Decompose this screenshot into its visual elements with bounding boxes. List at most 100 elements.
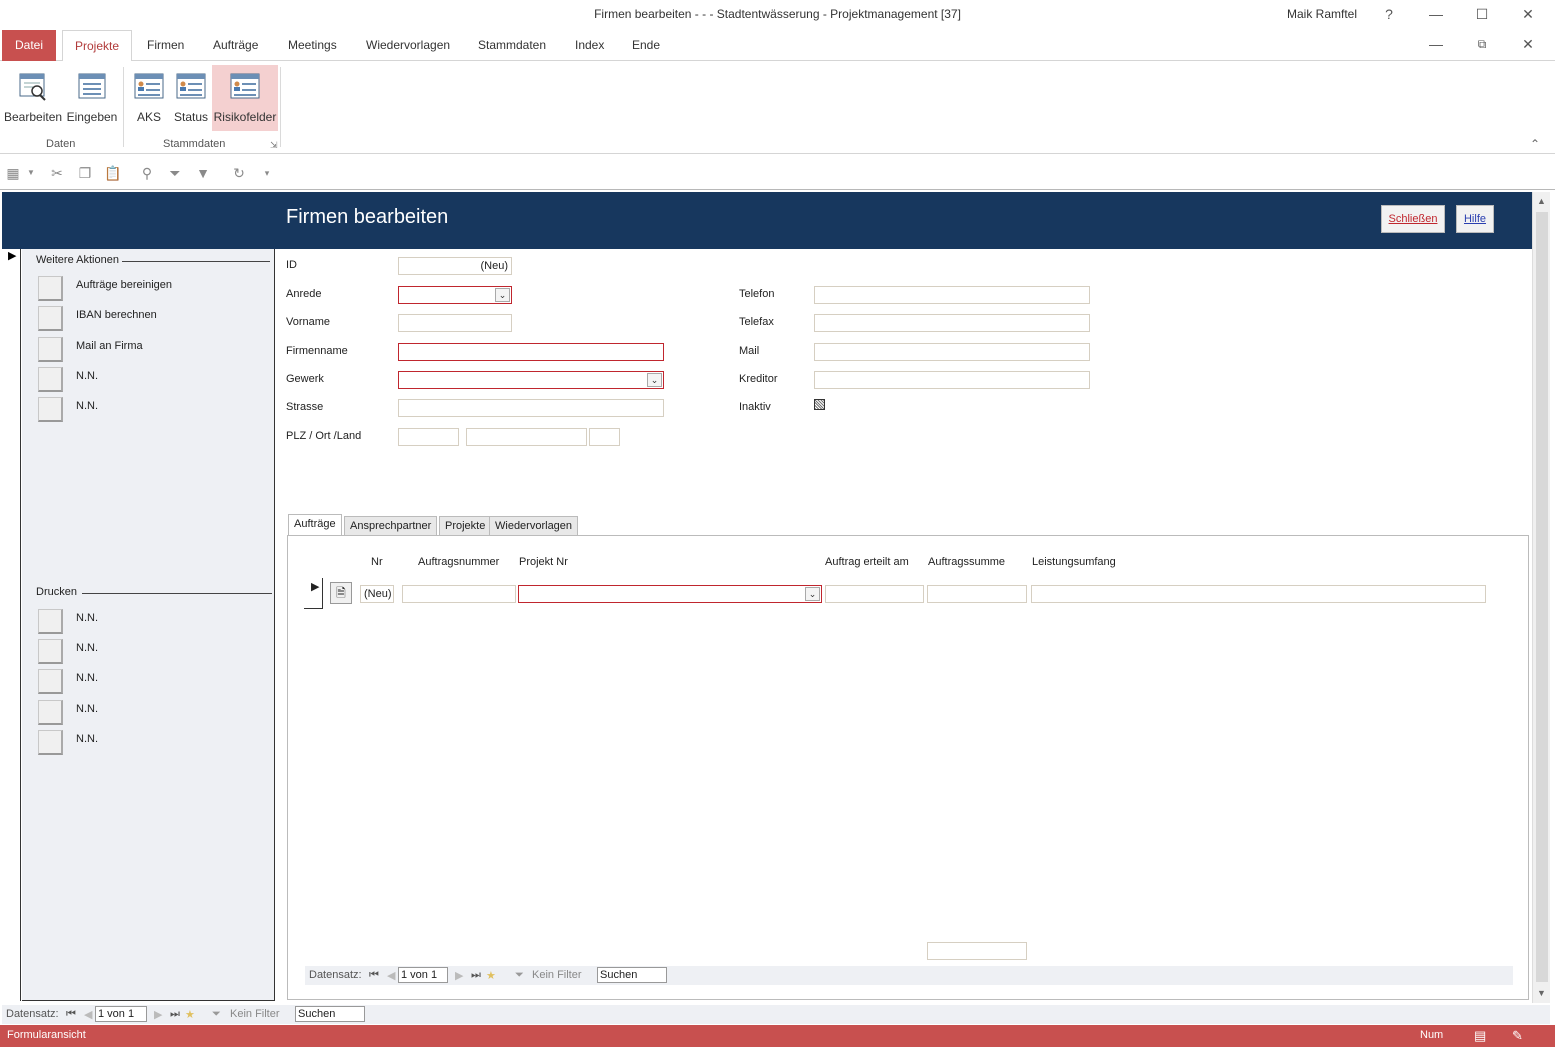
form-view-icon[interactable]: ▤ xyxy=(1474,1028,1486,1044)
doc-minimize-button[interactable]: — xyxy=(1416,32,1456,56)
close-form-button[interactable]: Schließen xyxy=(1381,205,1445,233)
scroll-thumb[interactable] xyxy=(1536,212,1548,982)
tab-firmen[interactable]: Firmen xyxy=(135,30,196,61)
row-erteilt-field[interactable] xyxy=(825,585,924,603)
paste-icon[interactable]: 📋 xyxy=(104,164,122,182)
chevron-down-icon[interactable]: ⌄ xyxy=(495,288,510,302)
dropdown-arrow-icon[interactable]: ▼ xyxy=(22,164,40,182)
refresh-icon[interactable]: ↻ xyxy=(230,164,248,182)
bearbeiten-button[interactable]: Bearbeiten xyxy=(4,65,62,131)
tab-meetings[interactable]: Meetings xyxy=(276,30,349,61)
last-record-icon[interactable]: ⏭ xyxy=(170,1008,180,1021)
land-field[interactable] xyxy=(589,428,620,446)
find-icon[interactable]: ⚲ xyxy=(138,164,156,182)
cut-icon[interactable]: ✂ xyxy=(48,164,66,182)
action-label: Mail an Firma xyxy=(76,340,143,352)
risikofelder-button[interactable]: Risikofelder xyxy=(212,65,278,131)
print-nn-button[interactable] xyxy=(38,669,63,694)
row-auftragsnummer-field[interactable] xyxy=(402,585,516,603)
print-nn-button[interactable] xyxy=(38,700,63,725)
print-nn-button[interactable] xyxy=(38,639,63,664)
iban-berechnen-button[interactable] xyxy=(38,306,63,331)
search-input[interactable]: Suchen xyxy=(295,1006,365,1022)
filter-icon[interactable]: ▼ xyxy=(194,164,212,182)
view-icon[interactable]: ▦ xyxy=(4,164,22,182)
close-window-button[interactable]: ✕ xyxy=(1508,2,1548,26)
design-view-icon[interactable]: ✎ xyxy=(1512,1028,1523,1044)
plz-field[interactable] xyxy=(398,428,459,446)
gewerk-combo[interactable]: ⌄ xyxy=(398,371,664,389)
minimize-button[interactable]: — xyxy=(1416,2,1456,26)
tab-stammdaten[interactable]: Stammdaten xyxy=(466,30,558,61)
ort-field[interactable] xyxy=(466,428,587,446)
row-projekt-nr-combo[interactable]: ⌄ xyxy=(518,585,822,603)
help-form-button[interactable]: Hilfe xyxy=(1456,205,1494,233)
action-nn-button[interactable] xyxy=(38,367,63,392)
tab-ende[interactable]: Ende xyxy=(620,30,672,61)
filter-status[interactable]: Kein Filter xyxy=(532,969,582,981)
dialog-launcher-icon[interactable]: ⇲ xyxy=(270,140,278,151)
customize-toolbar-icon[interactable]: ▾ xyxy=(258,164,276,182)
title-bar: Firmen bearbeiten - - - Stadtentwässerun… xyxy=(0,0,1555,30)
tab-index[interactable]: Index xyxy=(563,30,616,61)
eingeben-button[interactable]: Eingeben xyxy=(64,65,120,131)
kreditor-field[interactable] xyxy=(814,371,1090,389)
chevron-down-icon[interactable]: ⌄ xyxy=(805,587,820,601)
status-button[interactable]: Status xyxy=(172,65,210,131)
record-selector[interactable]: ▶ xyxy=(2,249,21,1001)
aks-button[interactable]: AKS xyxy=(130,65,168,131)
print-nn-button[interactable] xyxy=(38,730,63,755)
print-nn-button[interactable] xyxy=(38,609,63,634)
tab-datei[interactable]: Datei xyxy=(2,30,56,61)
record-counter[interactable]: 1 von 1 xyxy=(398,967,448,983)
new-record-icon[interactable]: ★ xyxy=(185,1008,195,1021)
next-record-icon[interactable]: ▶ xyxy=(154,1008,162,1021)
inaktiv-checkbox[interactable] xyxy=(814,399,825,410)
vorname-field[interactable] xyxy=(398,314,512,332)
mail-field[interactable] xyxy=(814,343,1090,361)
first-record-icon[interactable]: ⏮ xyxy=(66,1008,76,1021)
next-record-icon[interactable]: ▶ xyxy=(455,969,463,982)
chevron-down-icon[interactable]: ⌄ xyxy=(647,373,662,387)
first-record-icon[interactable]: ⏮ xyxy=(369,969,379,982)
id-field[interactable]: (Neu) xyxy=(398,257,512,275)
help-button[interactable]: ? xyxy=(1369,2,1409,26)
tab-wiedervorlagen[interactable]: Wiedervorlagen xyxy=(354,30,462,61)
auftraege-bereinigen-button[interactable] xyxy=(38,276,63,301)
row-nr-field[interactable]: (Neu) xyxy=(360,585,394,603)
tab-auftraege-sub[interactable]: Aufträge xyxy=(288,514,342,535)
record-counter[interactable]: 1 von 1 xyxy=(95,1006,147,1022)
tab-auftraege[interactable]: Aufträge xyxy=(201,30,270,61)
new-record-icon[interactable]: ★ xyxy=(486,969,496,982)
telefax-field[interactable] xyxy=(814,314,1090,332)
prev-record-icon[interactable]: ◀ xyxy=(84,1008,92,1021)
sum-total-field[interactable] xyxy=(927,942,1027,960)
prev-record-icon[interactable]: ◀ xyxy=(387,969,395,982)
anrede-combo[interactable]: ⌄ xyxy=(398,286,512,304)
open-record-icon[interactable]: 🗎 xyxy=(330,582,352,604)
strasse-field[interactable] xyxy=(398,399,664,417)
vertical-scrollbar[interactable]: ▲ ▼ xyxy=(1532,192,1550,1003)
maximize-button[interactable]: ☐ xyxy=(1462,2,1502,26)
row-leistung-field[interactable] xyxy=(1031,585,1486,603)
scroll-down-icon[interactable]: ▼ xyxy=(1537,988,1546,998)
tab-ansprechpartner[interactable]: Ansprechpartner xyxy=(344,516,438,536)
copy-icon[interactable]: ❐ xyxy=(76,164,94,182)
firmenname-field[interactable] xyxy=(398,343,664,361)
tab-projekte-sub[interactable]: Projekte xyxy=(439,516,492,536)
last-record-icon[interactable]: ⏭ xyxy=(471,969,481,982)
doc-close-button[interactable]: ✕ xyxy=(1508,32,1548,56)
row-summe-field[interactable] xyxy=(927,585,1027,603)
tab-projekte[interactable]: Projekte xyxy=(62,30,133,62)
action-nn-button[interactable] xyxy=(38,397,63,422)
search-input[interactable]: Suchen xyxy=(597,967,667,983)
filter-selection-icon[interactable]: ⏷ xyxy=(166,164,184,182)
tab-wiedervorlagen-sub[interactable]: Wiedervorlagen xyxy=(489,516,579,536)
collapse-ribbon-icon[interactable]: ⌃ xyxy=(1530,137,1540,151)
filter-status[interactable]: Kein Filter xyxy=(230,1008,280,1020)
scroll-up-icon[interactable]: ▲ xyxy=(1537,196,1546,206)
doc-restore-button[interactable]: ⧉ xyxy=(1462,32,1502,56)
telefon-field[interactable] xyxy=(814,286,1090,304)
mail-an-firma-button[interactable] xyxy=(38,337,63,362)
row-selector[interactable]: ▶ xyxy=(304,578,323,609)
